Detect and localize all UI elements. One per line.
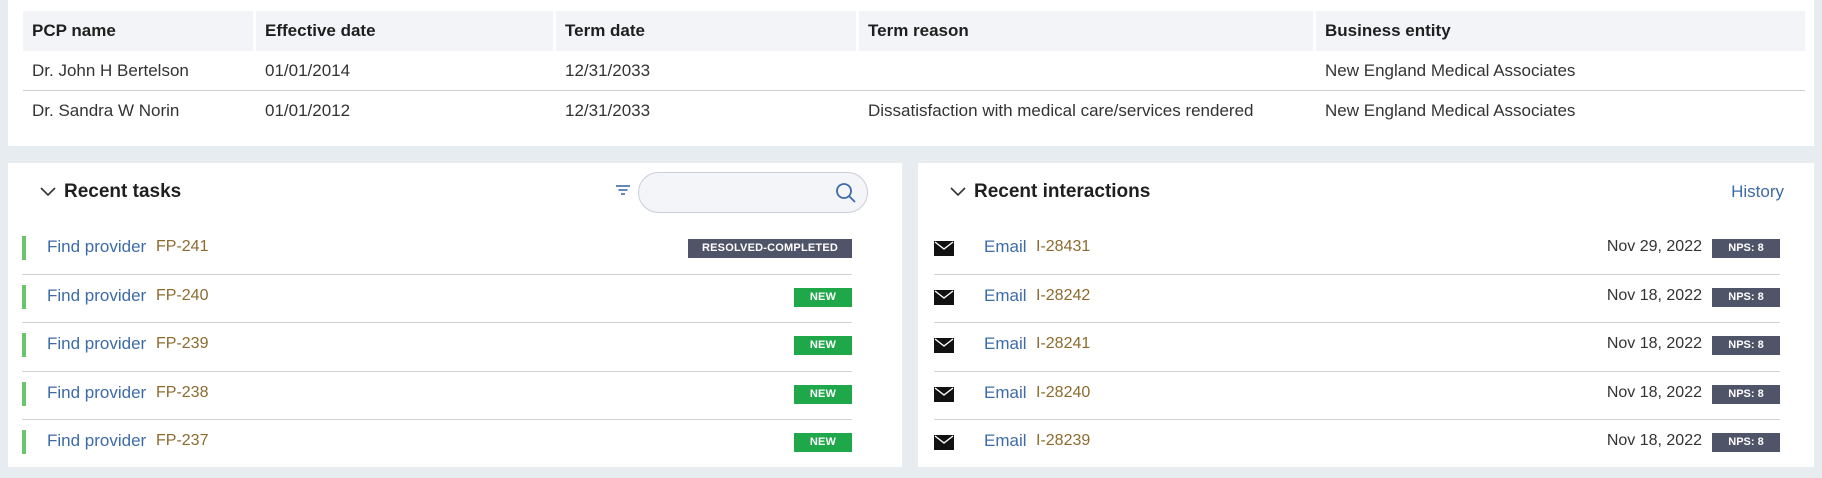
pcp-table: PCP name Effective date Term date Term r…: [23, 11, 1805, 131]
interaction-id: I-28241: [1036, 335, 1091, 352]
accent-bar: [22, 284, 26, 309]
effective-date-cell: 01/01/2014: [256, 51, 556, 91]
nps-badge: NPS: 8: [1712, 336, 1780, 355]
interaction-date: Nov 18, 2022: [1606, 383, 1702, 401]
interaction-link[interactable]: Email: [984, 431, 1027, 451]
accent-bar: [22, 236, 26, 260]
interaction-id: I-28240: [1036, 383, 1091, 401]
recent-interactions-card: Recent interactions History Email I-2843…: [918, 163, 1814, 467]
effective-date-cell: 01/01/2012: [265, 101, 351, 120]
search-icon[interactable]: [835, 182, 857, 204]
recent-interactions-title: Recent interactions: [974, 181, 1151, 202]
task-link[interactable]: Find provider: [47, 383, 146, 403]
interaction-date: Nov 18, 2022: [1606, 335, 1702, 352]
nps-badge: NPS: 8: [1712, 433, 1780, 452]
business-entity-cell: New England Medical Associates: [1316, 51, 1805, 91]
business-entity-cell: New England Medical Associates: [1325, 101, 1576, 120]
column-header-effective-date: Effective date: [256, 11, 556, 51]
recent-interactions-list: Email I-28431 Nov 29, 2022 NPS: 8 Email …: [934, 226, 1780, 469]
pcp-name-cell: Dr. John H Bertelson: [23, 51, 256, 91]
status-badge: NEW: [794, 336, 852, 355]
pcp-card: PCP name Effective date Term date Term r…: [8, 0, 1814, 146]
chevron-down-icon[interactable]: [950, 185, 966, 197]
recent-tasks-title: Recent tasks: [64, 181, 182, 202]
nps-badge: NPS: 8: [1712, 239, 1780, 258]
term-reason-cell: [859, 51, 1316, 91]
interaction-link[interactable]: Email: [984, 383, 1027, 403]
search-input[interactable]: [638, 172, 868, 213]
list-item[interactable]: Find provider FP-238 NEW: [22, 372, 852, 420]
recent-tasks-list: Find provider FP-241 RESOLVED-COMPLETED …: [22, 226, 852, 469]
mail-icon: [934, 386, 954, 402]
mail-icon: [934, 289, 954, 305]
column-header-term-reason: Term reason: [859, 11, 1316, 51]
table-row: Dr. John H Bertelson 01/01/2014 12/31/20…: [23, 51, 1805, 91]
term-date-cell: 12/31/2033: [556, 51, 859, 91]
interaction-date: Nov 18, 2022: [1606, 286, 1702, 304]
task-id: FP-240: [156, 286, 209, 304]
list-item[interactable]: Email I-28242 Nov 18, 2022 NPS: 8: [934, 275, 1780, 323]
table-row: Dr. Sandra W Norin 01/01/2012 12/31/2033…: [23, 91, 1805, 131]
status-badge: NEW: [794, 287, 852, 307]
status-badge: RESOLVED-COMPLETED: [688, 239, 852, 258]
list-item[interactable]: Find provider FP-240 NEW: [22, 275, 852, 323]
accent-bar: [22, 381, 26, 406]
task-id: FP-241: [156, 238, 209, 255]
status-badge: NEW: [794, 433, 852, 452]
status-badge: NEW: [794, 384, 852, 404]
history-link[interactable]: History: [1731, 182, 1784, 202]
recent-interactions-header: Recent interactions History: [918, 163, 1814, 223]
task-id: FP-238: [156, 383, 209, 401]
interaction-date: Nov 18, 2022: [1606, 432, 1702, 449]
interaction-id: I-28239: [1036, 432, 1091, 449]
mail-icon: [934, 435, 954, 450]
task-link[interactable]: Find provider: [47, 431, 146, 451]
nps-badge: NPS: 8: [1712, 287, 1780, 307]
list-item[interactable]: Email I-28431 Nov 29, 2022 NPS: 8: [934, 226, 1780, 275]
interaction-id: I-28242: [1036, 286, 1091, 304]
pcp-name-cell: Dr. Sandra W Norin: [32, 101, 180, 120]
interaction-link[interactable]: Email: [984, 334, 1027, 354]
recent-tasks-header: Recent tasks: [8, 163, 902, 223]
term-reason-cell: Dissatisfaction with medical care/servic…: [868, 101, 1254, 120]
list-item[interactable]: Find provider FP-241 RESOLVED-COMPLETED: [22, 226, 852, 275]
task-link[interactable]: Find provider: [47, 286, 146, 306]
chevron-down-icon[interactable]: [40, 185, 56, 197]
table-header-row: PCP name Effective date Term date Term r…: [23, 11, 1805, 51]
task-link[interactable]: Find provider: [47, 334, 146, 354]
column-header-business-entity: Business entity: [1316, 11, 1805, 51]
task-id: FP-237: [156, 432, 209, 449]
accent-bar: [22, 333, 26, 357]
recent-tasks-card: Recent tasks Find provider FP-241 RESOLV…: [8, 163, 902, 467]
mail-icon: [934, 241, 954, 256]
interaction-id: I-28431: [1036, 238, 1091, 255]
task-link[interactable]: Find provider: [47, 237, 146, 257]
interaction-link[interactable]: Email: [984, 286, 1027, 306]
term-date-cell: 12/31/2033: [565, 101, 651, 120]
column-header-pcp-name: PCP name: [23, 11, 256, 51]
interaction-date: Nov 29, 2022: [1606, 238, 1702, 255]
list-item[interactable]: Email I-28240 Nov 18, 2022 NPS: 8: [934, 372, 1780, 420]
column-header-term-date: Term date: [556, 11, 859, 51]
task-id: FP-239: [156, 335, 209, 352]
accent-bar: [22, 430, 26, 454]
filter-icon[interactable]: [615, 183, 631, 199]
list-item[interactable]: Email I-28241 Nov 18, 2022 NPS: 8: [934, 323, 1780, 372]
interaction-link[interactable]: Email: [984, 237, 1027, 257]
list-item[interactable]: Email I-28239 Nov 18, 2022 NPS: 8: [934, 420, 1780, 469]
mail-icon: [934, 338, 954, 353]
list-item[interactable]: Find provider FP-237 NEW: [22, 420, 852, 469]
list-item[interactable]: Find provider FP-239 NEW: [22, 323, 852, 372]
nps-badge: NPS: 8: [1712, 384, 1780, 404]
